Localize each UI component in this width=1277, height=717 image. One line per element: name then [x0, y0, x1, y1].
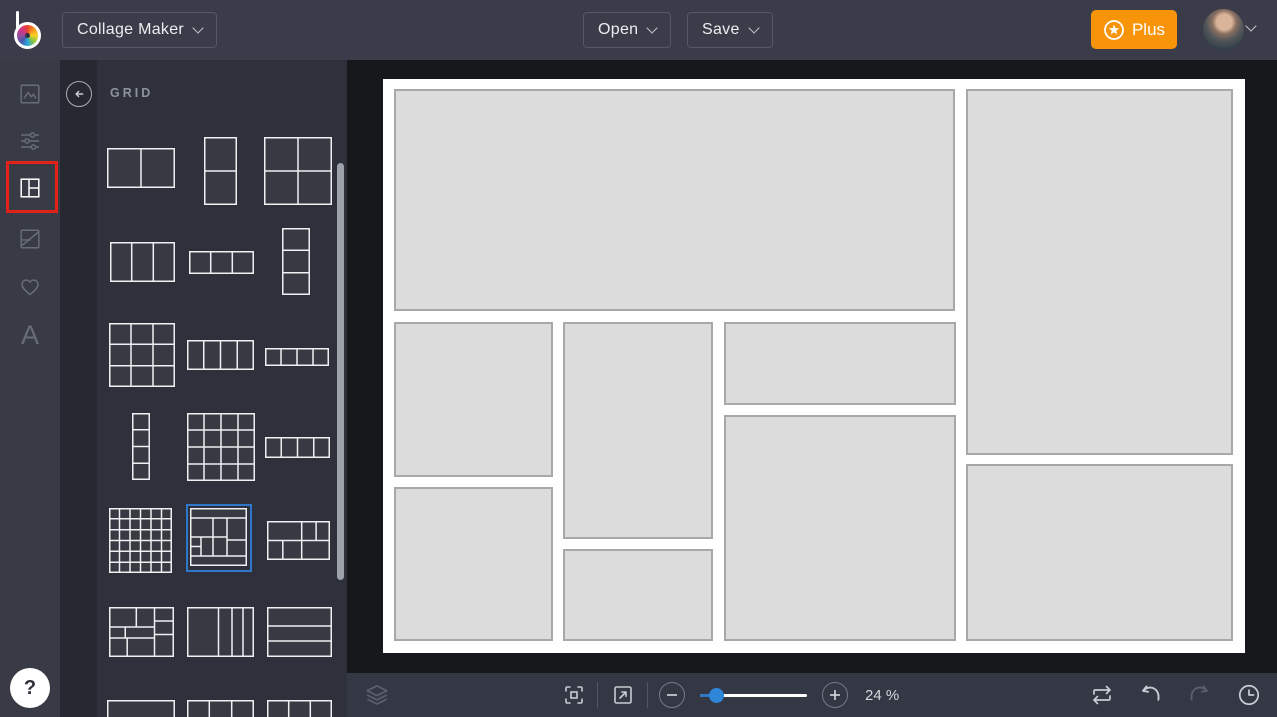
avatar[interactable]	[1203, 9, 1244, 50]
app-menu-label: Collage Maker	[77, 21, 185, 38]
layout-thumb-partial-1[interactable]	[107, 700, 175, 717]
text-icon: A	[20, 319, 39, 350]
star-circle-icon	[1104, 19, 1124, 40]
layout-thumb-mosaic-right[interactable]	[267, 521, 330, 560]
toolbar-separator	[597, 682, 598, 708]
history-button[interactable]	[1236, 682, 1262, 708]
layout-thumb-4-columns-strip[interactable]	[265, 348, 329, 366]
help-button[interactable]: ?	[10, 668, 50, 708]
topbar: Collage Maker Open Save Plus	[0, 0, 1277, 60]
save-button[interactable]: Save	[687, 12, 773, 48]
bottom-toolbar: 24 %	[347, 673, 1277, 717]
minus-icon	[667, 694, 677, 696]
chevron-down-icon	[192, 22, 204, 34]
sliders-icon	[21, 132, 39, 150]
layout-thumb-3-rows-narrow[interactable]	[282, 228, 310, 295]
sidebar: A ?	[0, 60, 60, 717]
layout-thumb-featured-collage-selected[interactable]	[186, 504, 252, 572]
plus-upgrade-button[interactable]: Plus	[1091, 10, 1177, 49]
collage-cell-8[interactable]	[563, 549, 713, 641]
workspace	[347, 60, 1277, 673]
zoom-percent-label: 24 %	[865, 687, 900, 704]
sidebar-item-text[interactable]: A	[0, 313, 60, 357]
layers-icon	[366, 684, 388, 705]
swap-layout-button[interactable]	[1089, 683, 1115, 707]
layout-thumb-6x6-grid[interactable]	[109, 508, 172, 573]
app-menu-button[interactable]: Collage Maker	[62, 12, 218, 48]
collage-cell-2[interactable]	[966, 89, 1233, 455]
collage-cell-6[interactable]	[724, 415, 956, 641]
layout-thumb-4-columns-short[interactable]	[265, 437, 330, 458]
sidebar-item-photos[interactable]	[0, 72, 60, 116]
fit-screen-icon	[565, 686, 583, 704]
help-label: ?	[23, 676, 37, 699]
chevron-down-icon	[748, 22, 760, 34]
undo-icon	[1142, 685, 1160, 701]
export-arrow-icon	[614, 686, 632, 704]
swap-icon	[1093, 685, 1111, 705]
photo-icon	[20, 84, 40, 104]
featured-collage-preview	[190, 508, 247, 566]
avatar-chevron-down-icon[interactable]	[1245, 20, 1257, 32]
export-button[interactable]	[611, 683, 635, 707]
befunky-logo	[13, 8, 47, 52]
layout-thumb-partial-3[interactable]	[267, 700, 332, 717]
zoom-in-button[interactable]	[822, 682, 848, 708]
layout-thumb-4x4-grid[interactable]	[187, 413, 255, 481]
collage-cell-9[interactable]	[966, 464, 1233, 641]
layout-thumb-2-columns[interactable]	[107, 148, 175, 188]
collage-cell-7[interactable]	[394, 487, 553, 641]
grid-icon	[20, 178, 40, 198]
layout-thumb-4-columns[interactable]	[187, 340, 254, 370]
undo-button[interactable]	[1139, 683, 1163, 707]
back-button[interactable]	[66, 81, 92, 107]
layout-thumb-3x3-grid[interactable]	[109, 323, 175, 387]
save-label: Save	[702, 21, 740, 38]
heart-icon	[21, 279, 39, 296]
layers-button[interactable]	[364, 682, 390, 708]
grid-panel: GRID	[97, 60, 347, 717]
back-arrow-icon	[75, 90, 84, 98]
redo-button[interactable]	[1187, 683, 1211, 707]
layout-thumb-3-columns-strip[interactable]	[189, 251, 254, 274]
open-label: Open	[598, 21, 639, 38]
fit-to-screen-button[interactable]	[562, 683, 586, 707]
collage-cell-5[interactable]	[724, 322, 956, 405]
logo-color-wheel	[14, 22, 41, 49]
sidebar-item-background[interactable]	[0, 217, 60, 261]
background-icon	[20, 229, 40, 249]
layout-thumb-4-rows-narrow[interactable]	[132, 413, 150, 480]
sidebar-item-adjust[interactable]	[0, 119, 60, 163]
history-clock-icon	[1238, 684, 1260, 706]
collage-canvas	[383, 79, 1245, 653]
panel-scrollbar[interactable]	[337, 163, 344, 580]
collage-cell-3[interactable]	[394, 322, 553, 477]
layout-thumb-mosaic-left[interactable]	[109, 607, 174, 657]
layout-thumb-partial-2[interactable]	[187, 700, 254, 717]
zoom-slider-handle[interactable]	[709, 688, 724, 703]
layout-thumb-column-mix[interactable]	[187, 607, 254, 657]
plus-label: Plus	[1131, 19, 1166, 39]
collage-cell-1[interactable]	[394, 89, 955, 311]
layout-thumb-3-rows[interactable]	[267, 607, 332, 657]
collage-cell-4[interactable]	[563, 322, 713, 539]
layout-thumb-3-columns[interactable]	[110, 242, 175, 282]
redo-icon	[1190, 685, 1208, 701]
sidebar-item-graphics[interactable]	[0, 265, 60, 309]
plus-icon	[830, 690, 840, 700]
sidebar-item-grid-layouts[interactable]	[0, 166, 60, 210]
chevron-down-icon	[646, 22, 659, 34]
zoom-out-button[interactable]	[659, 682, 685, 708]
panel-title: GRID	[110, 86, 154, 100]
layout-thumb-2x2-grid[interactable]	[264, 137, 332, 205]
panel-back-strip	[60, 60, 97, 717]
layout-thumb-2-rows[interactable]	[204, 137, 237, 205]
toolbar-separator	[647, 682, 648, 708]
open-button[interactable]: Open	[583, 12, 672, 48]
